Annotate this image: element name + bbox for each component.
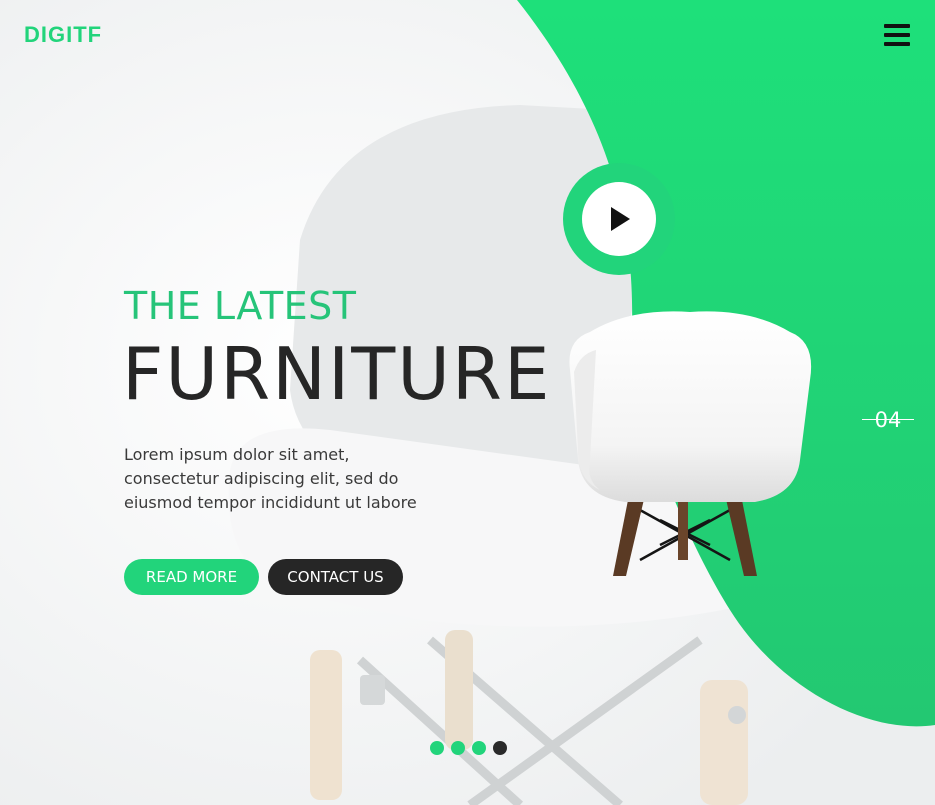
slider-dot-4[interactable]: [493, 741, 507, 755]
slide-number: 04: [874, 408, 902, 432]
hamburger-menu-icon[interactable]: [882, 22, 912, 48]
play-button[interactable]: [582, 182, 656, 256]
hero-description: Lorem ipsum dolor sit amet, consectetur …: [124, 445, 417, 512]
slider-dot-2[interactable]: [451, 741, 465, 755]
video-play-ring: [563, 163, 675, 275]
hero-headline: FURNITURE: [122, 332, 552, 416]
slider-pagination: [430, 741, 507, 755]
product-chair-image: [569, 311, 812, 576]
slider-dot-3[interactable]: [472, 741, 486, 755]
brand-logo[interactable]: DIGITF: [24, 22, 102, 48]
contact-us-button[interactable]: CONTACT US: [268, 559, 403, 595]
hero-section: DIGITF THE LATEST FURNITURE Lorem ipsum …: [0, 0, 935, 805]
slide-number-indicator: 04: [862, 408, 914, 432]
play-icon: [611, 207, 630, 231]
read-more-button[interactable]: READ MORE: [124, 559, 259, 595]
hero-eyebrow: THE LATEST: [124, 284, 357, 328]
slider-dot-1[interactable]: [430, 741, 444, 755]
